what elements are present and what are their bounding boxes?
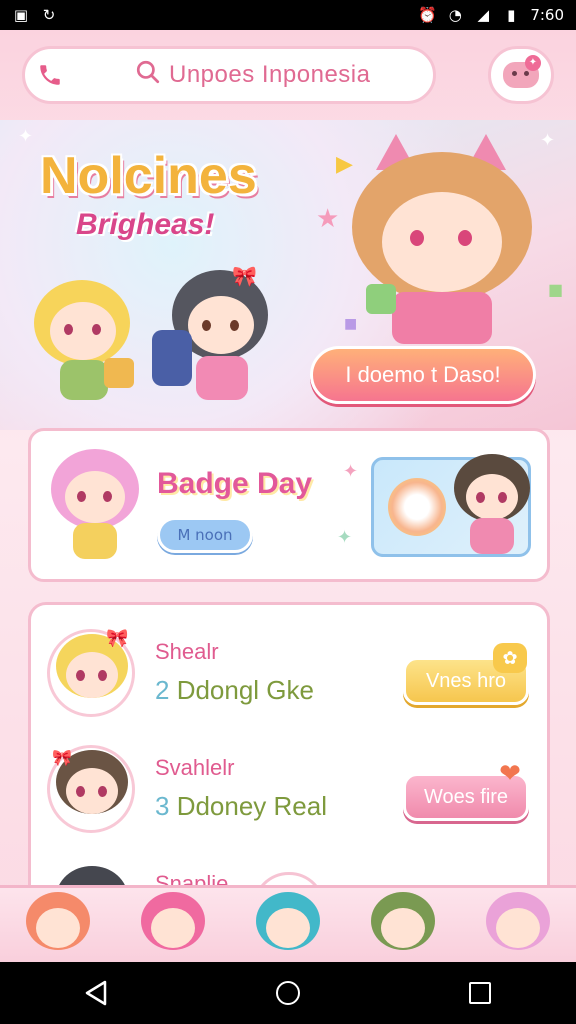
back-icon[interactable] xyxy=(76,973,116,1013)
list-item-desc: 3 Ddoney Real xyxy=(155,791,328,821)
signal-icon: ◢ xyxy=(477,6,490,24)
profile-button[interactable]: ✦ xyxy=(488,46,554,104)
nav-item-teal-cat[interactable] xyxy=(248,888,328,962)
nav-item-lilac-girl[interactable] xyxy=(478,888,558,962)
sparkle-icon: ✦ xyxy=(343,461,359,482)
avatar: 🎀 xyxy=(47,628,135,717)
recents-icon[interactable] xyxy=(460,973,500,1013)
star-icon: ★ xyxy=(316,204,340,234)
sun-badge-icon xyxy=(388,478,446,536)
gallery-notification-icon: ▣ xyxy=(13,6,29,24)
bottom-nav xyxy=(0,885,576,962)
hero-banner: ✦ ★ ▶ ■ ■ ✦ Nolcines Brigheas! 🎀 I doemo… xyxy=(0,120,576,430)
system-nav-bar xyxy=(0,962,576,1024)
list-item[interactable]: 🎀 Svahlelr 3 Ddoney Real Woes fire ❤ xyxy=(31,731,547,847)
search-icon xyxy=(135,59,161,91)
search-bar[interactable]: Unpoes Inponesia xyxy=(22,46,436,104)
badge-day-card[interactable]: Badge Day M noon ✦ ✦ xyxy=(28,428,550,582)
alarm-icon: ⏰ xyxy=(418,6,437,24)
notification-badge-icon: ✦ xyxy=(525,55,541,71)
badge-day-title: Badge Day xyxy=(157,467,313,500)
chibi-brown-hair-girl xyxy=(450,454,534,558)
app-screen: Unpoes Inponesia ✦ ✦ ★ ▶ ■ ■ ✦ Nolcines … xyxy=(0,30,576,962)
hero-cta-button[interactable]: I doemo t Daso! xyxy=(310,346,536,404)
status-bar: ▣ ↻ ⏰ ◔ ◢ ▮ 7:60 xyxy=(0,0,576,30)
sparkle-icon: ✦ xyxy=(337,527,353,548)
sparkle-icon: ✦ xyxy=(540,130,556,151)
paw-icon: ✿ xyxy=(493,643,527,673)
list-item-desc: 2 Ddongl Gke xyxy=(155,675,314,705)
sparkle-icon: ✦ xyxy=(18,126,34,147)
chibi-pink-hair-girl xyxy=(51,449,141,569)
status-time: 7:60 xyxy=(530,6,564,24)
hero-title: Nolcines xyxy=(40,147,257,205)
avatar: 🎀 xyxy=(47,745,135,833)
battery-icon: ▮ xyxy=(507,6,516,24)
heart-icon: ❤ xyxy=(499,759,521,789)
badge-day-button[interactable]: M noon xyxy=(157,517,253,553)
search-text: Unpoes Inponesia xyxy=(169,61,371,88)
search-field[interactable]: Unpoes Inponesia xyxy=(75,59,433,91)
list-item-name: Shealr xyxy=(155,639,219,664)
list-item[interactable]: 🎀 Shealr 2 Ddongl Gke Vnes hro ✿ xyxy=(31,615,547,731)
hero-subtitle: Brigheas! xyxy=(76,208,215,241)
nav-item-orange-girl[interactable] xyxy=(18,888,98,962)
phone-icon[interactable] xyxy=(25,50,75,100)
square-confetti-icon: ■ xyxy=(548,280,564,299)
sync-notification-icon: ↻ xyxy=(42,6,56,24)
nav-item-pink-girl[interactable] xyxy=(133,888,213,962)
chibi-blonde-girl xyxy=(34,280,134,410)
nav-item-green-boy[interactable] xyxy=(363,888,443,962)
list-item-name: Svahlelr xyxy=(155,755,235,780)
wifi-icon: ◔ xyxy=(448,6,462,24)
badge-day-illustration xyxy=(371,454,534,558)
chibi-dark-hair-girl: 🎀 xyxy=(152,264,272,410)
home-icon[interactable] xyxy=(268,973,308,1013)
chibi-cat-ear-girl xyxy=(346,134,536,344)
